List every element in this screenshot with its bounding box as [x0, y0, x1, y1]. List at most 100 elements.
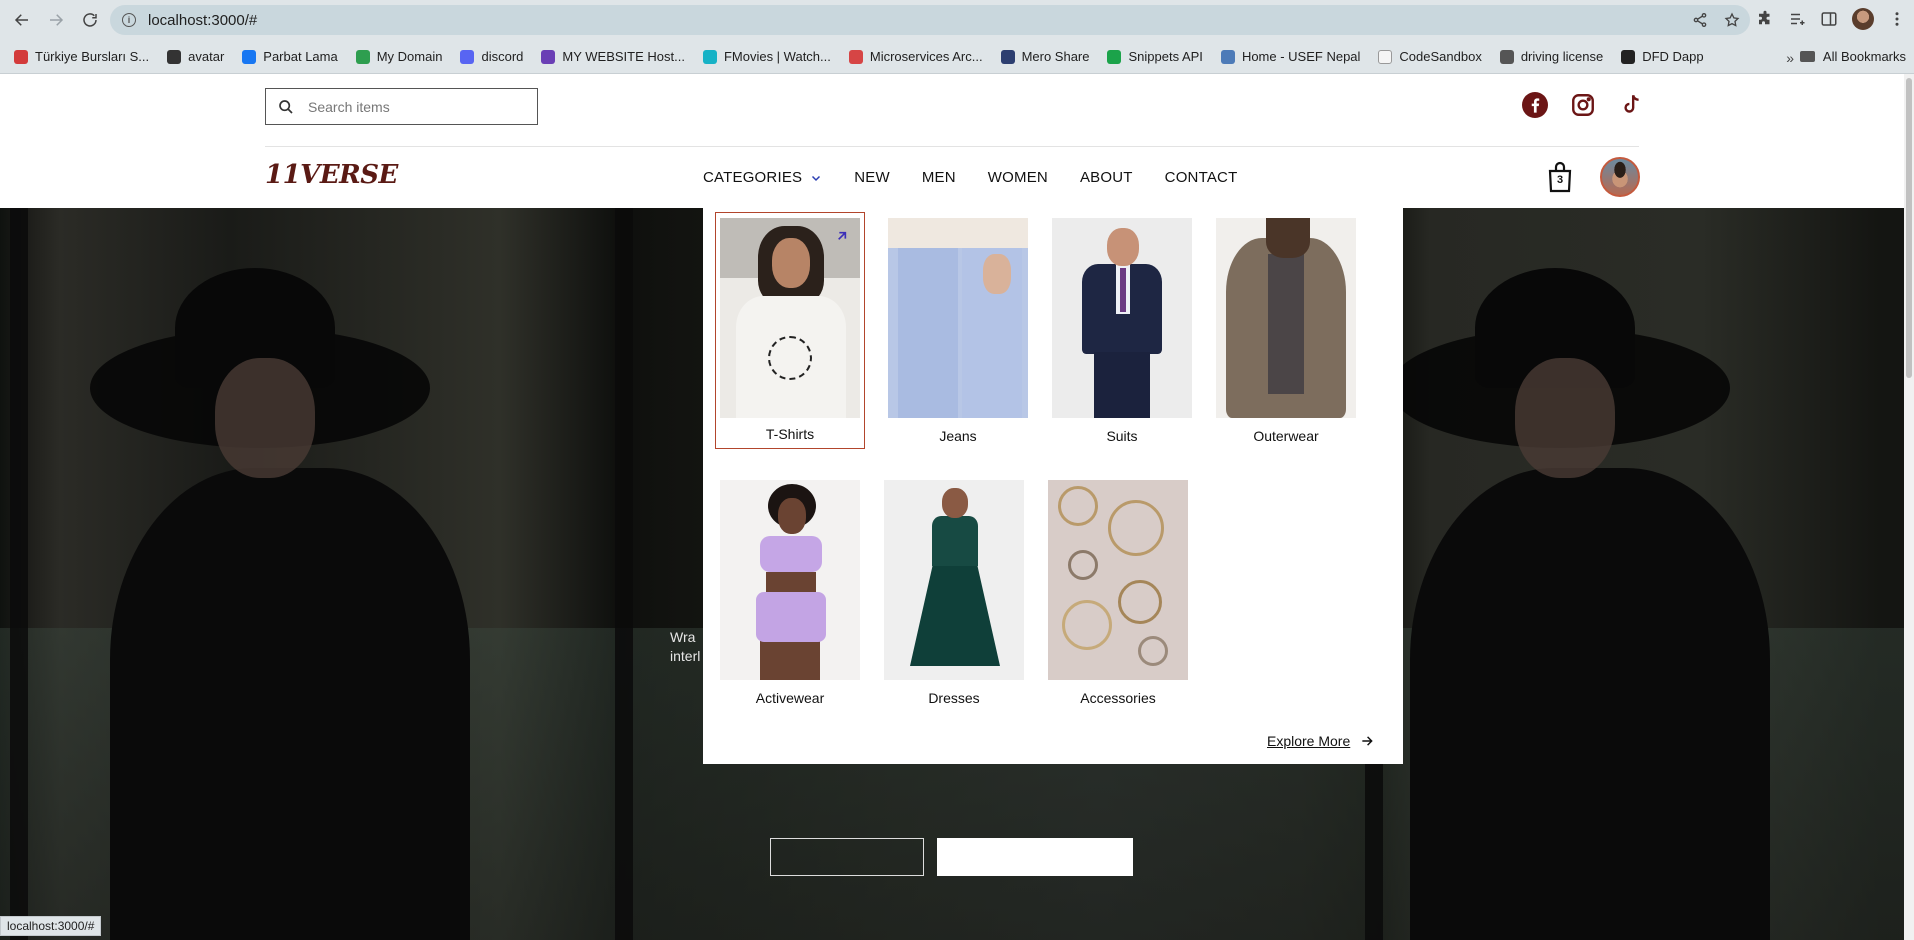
tiktok-icon[interactable] [1618, 92, 1644, 118]
bookmark-label: avatar [188, 49, 225, 64]
bookmark-item[interactable]: DFD Dapp [1621, 49, 1704, 64]
image-detail [888, 218, 1028, 248]
category-card-jeans[interactable]: Jeans [883, 218, 1033, 444]
category-card-outerwear[interactable]: Outerwear [1211, 218, 1361, 444]
scrollbar-thumb[interactable] [1906, 78, 1912, 378]
bookmark-item[interactable]: CodeSandbox [1378, 49, 1482, 64]
bookmark-item[interactable]: My Domain [355, 49, 442, 64]
hero-decoration [615, 208, 633, 940]
category-label: Accessories [1080, 690, 1156, 706]
bookmark-item[interactable]: Microservices Arc... [848, 49, 983, 64]
arrow-left-icon [14, 14, 28, 26]
menu-women[interactable]: WOMEN [988, 169, 1048, 186]
reload-button[interactable] [74, 4, 106, 36]
facebook-icon[interactable] [1522, 92, 1548, 118]
bookmark-favicon-icon [702, 49, 717, 64]
back-button[interactable] [6, 4, 38, 36]
forward-button[interactable] [40, 4, 72, 36]
explore-more-link[interactable]: Explore More [1267, 733, 1374, 749]
image-detail [772, 238, 810, 288]
address-url[interactable]: localhost:3000/# [148, 12, 257, 29]
bookmark-item[interactable]: driving license [1499, 49, 1604, 64]
reading-list-icon[interactable] [1788, 10, 1806, 28]
bookmark-label: FMovies | Watch... [723, 49, 831, 64]
bookmark-item[interactable]: discord [460, 49, 523, 64]
category-image-dresses [884, 480, 1024, 680]
bookmark-item[interactable]: MY WEBSITE Host... [541, 49, 685, 64]
hero-figure-left [110, 468, 470, 940]
web-page: 11VERSE CATEGORIES NEW MEN WOMEN ABOUT C… [0, 74, 1904, 940]
category-card-accessories[interactable]: Accessories [1043, 480, 1193, 706]
menu-new[interactable]: NEW [854, 169, 890, 186]
image-detail [768, 336, 812, 380]
category-card-tshirts[interactable]: T-Shirts [715, 212, 865, 449]
site-info-icon[interactable]: i [122, 13, 136, 27]
image-detail [898, 248, 958, 418]
bookmark-label: Türkiye Bursları S... [35, 49, 150, 64]
category-label: Outerwear [1253, 428, 1319, 444]
share-icon[interactable] [1692, 12, 1708, 28]
extensions-icon[interactable] [1756, 10, 1774, 28]
cart-count: 3 [1556, 174, 1564, 186]
all-bookmarks-label: All Bookmarks [1822, 49, 1906, 64]
browser-toolbar: i localhost:3000/# [0, 0, 1914, 40]
bookmark-item[interactable]: Türkiye Bursları S... [14, 49, 149, 64]
bookmark-item[interactable]: FMovies | Watch... [702, 49, 831, 64]
kebab-menu-icon[interactable] [1888, 10, 1906, 28]
search-input[interactable] [308, 98, 508, 115]
category-card-dresses[interactable]: Dresses [879, 480, 1029, 706]
bookmark-label: Parbat Lama [263, 49, 338, 64]
menu-categories[interactable]: CATEGORIES [703, 169, 822, 186]
hero-button-secondary[interactable] [937, 838, 1133, 876]
image-detail [1068, 550, 1098, 580]
bookmark-label: driving license [1520, 49, 1604, 64]
bookmark-label: Snippets API [1128, 49, 1203, 64]
image-detail [778, 498, 806, 534]
category-label: Jeans [939, 428, 977, 444]
menu-men[interactable]: MEN [922, 169, 956, 186]
image-detail [760, 640, 820, 680]
hero-button-primary[interactable] [770, 838, 924, 876]
bookmark-item[interactable]: avatar [167, 49, 224, 64]
bookmark-item[interactable]: Parbat Lama [242, 49, 338, 64]
category-label: Dresses [928, 690, 980, 706]
menu-contact[interactable]: CONTACT [1165, 169, 1238, 186]
image-detail [756, 592, 826, 642]
bookmark-favicon-icon [1499, 49, 1514, 64]
bookmark-item[interactable]: Snippets API [1107, 49, 1203, 64]
image-detail [983, 254, 1011, 294]
star-icon[interactable] [1724, 12, 1740, 28]
hero-figure-left-face [215, 358, 315, 478]
folder-icon [1799, 51, 1815, 62]
address-bar[interactable]: i localhost:3000/# [110, 5, 1750, 35]
image-detail [942, 488, 968, 518]
side-panel-icon[interactable] [1820, 10, 1838, 28]
image-detail [1058, 486, 1098, 526]
all-bookmarks-button[interactable]: All Bookmarks [1799, 49, 1906, 64]
bookmark-item[interactable]: Home - USEF Nepal [1220, 49, 1360, 64]
bookmark-item[interactable]: Mero Share [1000, 49, 1089, 64]
category-card-activewear[interactable]: Activewear [715, 480, 865, 706]
browser-profile-avatar[interactable] [1852, 8, 1874, 30]
bookmark-favicon-icon [1107, 49, 1122, 64]
bookmark-favicon-icon [167, 49, 182, 64]
bookmark-favicon-icon [14, 49, 28, 64]
reload-icon [83, 13, 97, 27]
image-detail [1268, 254, 1304, 394]
image-detail [1107, 228, 1139, 266]
category-card-suits[interactable]: Suits [1047, 218, 1197, 444]
category-image-outerwear [1216, 218, 1356, 418]
search-box[interactable] [265, 88, 538, 125]
instagram-icon[interactable] [1570, 92, 1596, 118]
page-scrollbar[interactable] [1904, 74, 1914, 940]
menu-about[interactable]: ABOUT [1080, 169, 1133, 186]
user-avatar[interactable] [1600, 157, 1640, 197]
bookmarks-overflow-button[interactable]: » [1786, 50, 1794, 66]
cart-button[interactable]: 3 [1547, 160, 1573, 194]
menu-categories-label: CATEGORIES [703, 169, 803, 186]
image-detail [1138, 636, 1168, 666]
site-logo[interactable]: 11VERSE [265, 160, 398, 190]
image-detail [1118, 580, 1162, 624]
image-detail [1062, 600, 1112, 650]
arrow-up-right-icon [838, 231, 847, 240]
